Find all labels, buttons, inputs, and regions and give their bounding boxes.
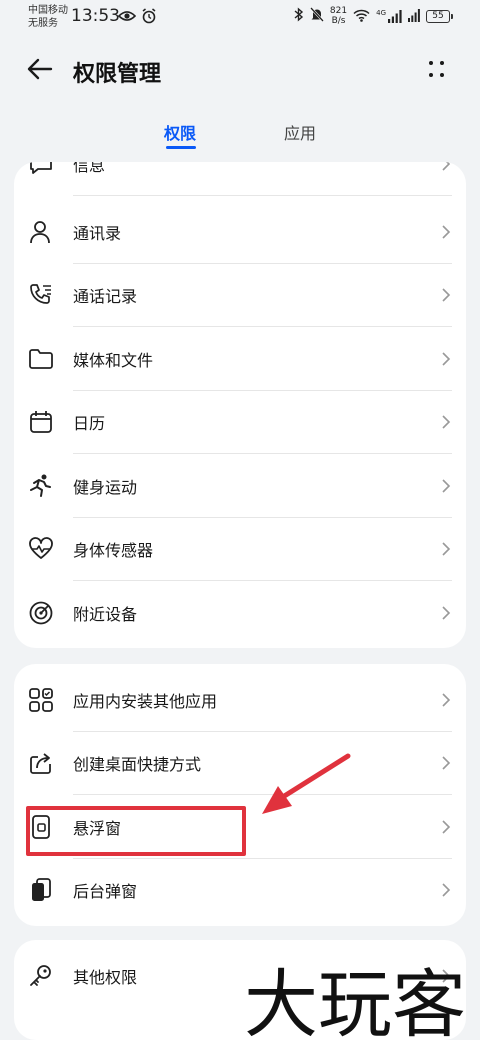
alarm-icon [141,8,157,28]
title-bar: 权限管理 [0,44,480,94]
folder-icon [28,346,54,372]
list-item-label: 应用内安装其他应用 [73,691,218,711]
key-icon [28,963,54,989]
signal-icon: 4G [376,8,402,23]
list-item-label: 媒体和文件 [73,350,154,370]
tab-permissions[interactable]: 权限 [164,120,196,144]
bluetooth-icon [294,6,304,26]
chevron-right-icon [442,606,451,620]
tab-apps[interactable]: 应用 [284,120,316,144]
list-item-label: 创建桌面快捷方式 [73,755,202,775]
list-item-label: 附近设备 [73,604,138,624]
active-tab-indicator [166,146,196,149]
calendar-icon [28,409,54,435]
wifi-icon [353,7,370,26]
carrier-name: 中国移动 [28,5,68,16]
background-popup-icon [28,877,54,903]
back-button[interactable] [24,54,56,84]
network-speed: 821 B/s [330,6,347,26]
chevron-right-icon [442,162,451,171]
message-icon [28,162,54,177]
carrier-status: 无服务 [28,18,58,29]
chevron-right-icon [442,542,451,556]
net-speed-unit: B/s [331,16,346,26]
app-grid-icon [28,687,54,713]
chevron-right-icon [442,479,451,493]
list-item-label: 日历 [73,414,106,434]
list-item-label: 身体传感器 [73,541,154,561]
list-item-desktop-shortcut[interactable]: 创建桌面快捷方式 [14,732,466,795]
list-item-label: 通话记录 [73,287,138,307]
battery-icon: 55 [426,9,453,23]
status-time: 13:53 [71,6,120,26]
dual-signal-icon [408,7,420,26]
list-item-call-log[interactable]: 通话记录 [14,264,466,327]
annotation-arrow-icon [262,753,351,814]
list-item-label: 信息 [73,162,106,175]
running-icon [28,473,54,499]
list-item-contacts[interactable]: 通讯录 [14,200,466,264]
contacts-icon [28,219,54,245]
nearby-icon [28,600,54,626]
list-item-label: 通讯录 [73,223,122,243]
network-type: 4G [376,8,386,17]
list-item-nearby-devices[interactable]: 附近设备 [14,581,466,645]
list-item-install-apps[interactable]: 应用内安装其他应用 [14,668,466,732]
list-item-label: 其他权限 [73,967,138,987]
watermark-logo: 大玩客 [244,962,466,1040]
more-options-button[interactable] [420,54,454,84]
special-permissions-card: 应用内安装其他应用 创建桌面快捷方式 悬浮窗 后台弹窗 [14,664,466,926]
carrier-info: 中国移动 无服务 [28,4,68,30]
list-item-label: 健身运动 [73,477,138,497]
list-item-messages[interactable]: 信息 [14,162,466,196]
list-item-body-sensors[interactable]: 身体传感器 [14,518,466,581]
list-item-label: 后台弹窗 [73,882,138,902]
chevron-right-icon [442,288,451,302]
divider [73,194,452,196]
tab-bar: 权限 应用 [0,116,480,156]
list-item-media-files[interactable]: 媒体和文件 [14,327,466,391]
net-speed-value: 821 [329,6,348,16]
list-item-fitness[interactable]: 健身运动 [14,454,466,518]
chevron-right-icon [442,883,451,897]
page-title: 权限管理 [73,62,162,87]
chevron-right-icon [442,352,451,366]
back-arrow-icon [27,58,53,80]
svg-text:大玩客: 大玩客 [244,962,466,1040]
heart-rate-icon [28,536,54,562]
chevron-right-icon [442,225,451,239]
chevron-right-icon [442,756,451,770]
call-log-icon [28,282,54,308]
status-bar: 中国移动 无服务 13:53 821 B/s 4G 55 [0,0,480,36]
chevron-right-icon [442,820,451,834]
permissions-card: 信息 通讯录 通话记录 媒体和文件 日历 健身运动 身体传感器 附近设备 [14,162,466,648]
chevron-right-icon [442,415,451,429]
list-item-background-popup[interactable]: 后台弹窗 [14,859,466,923]
list-item-calendar[interactable]: 日历 [14,391,466,454]
shortcut-icon [28,750,54,776]
mute-bell-icon [310,6,324,26]
highlight-box [26,806,246,856]
eye-icon [117,8,137,28]
more-dots-icon [429,61,444,77]
chevron-right-icon [442,693,451,707]
